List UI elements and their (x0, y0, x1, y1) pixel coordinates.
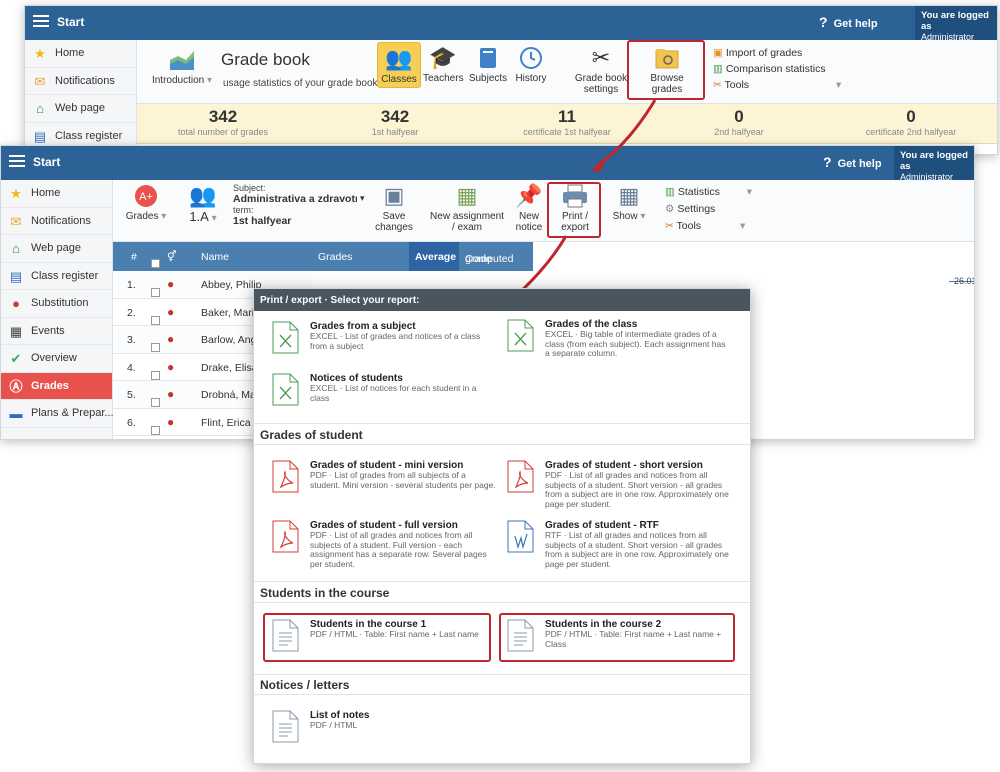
divider (254, 602, 750, 603)
report-item[interactable]: Grades of the class EXCEL · Big table of … (507, 319, 735, 359)
course-1-highlight (263, 613, 491, 662)
rtf-file-icon (507, 520, 534, 553)
panel-header: Print / export · Select your report: (254, 289, 750, 311)
excel-file-icon (272, 373, 299, 406)
course-2-highlight (499, 613, 735, 662)
print-export-panel: Print / export · Select your report: Gra… (253, 288, 751, 764)
report-description: EXCEL · List of grades and notices of a … (310, 331, 481, 351)
doc-file-icon (272, 710, 299, 743)
divider (254, 444, 750, 445)
report-description: PDF · List of all grades and notices fro… (545, 470, 729, 509)
section-notices-letters: Notices / letters (260, 678, 350, 692)
arrow-to-print (597, 99, 657, 167)
pdf-file-icon (507, 460, 534, 493)
report-description: EXCEL · List of notices for each student… (310, 383, 477, 403)
excel-file-icon (507, 319, 534, 352)
report-description: RTF · List of all grades and notices fro… (545, 530, 729, 569)
report-description: EXCEL · Big table of intermediate grades… (545, 329, 726, 358)
report-item[interactable]: Notices of students EXCEL · List of notic… (272, 373, 500, 413)
report-description: PDF · List of grades from all subjects o… (310, 470, 496, 490)
report-item[interactable]: Grades of student - mini version PDF · Li… (272, 460, 500, 500)
divider (254, 674, 750, 675)
divider (254, 581, 750, 582)
report-item[interactable]: Grades of student - RTF RTF · List of all… (507, 520, 735, 568)
section-grades-of-student: Grades of student (260, 428, 363, 442)
report-description: PDF · List of all grades and notices fro… (310, 530, 487, 569)
report-item[interactable]: Grades from a subject EXCEL · List of gra… (272, 321, 500, 361)
report-description: PDF / HTML (310, 720, 358, 730)
divider (254, 694, 750, 695)
report-item[interactable]: List of notes PDF / HTML (272, 710, 500, 750)
pdf-file-icon (272, 520, 299, 553)
pdf-file-icon (272, 460, 299, 493)
arrowhead-icon (590, 160, 606, 172)
section-students-in-course: Students in the course (260, 586, 390, 600)
report-item[interactable]: Grades of student - short version PDF · L… (507, 460, 735, 508)
divider (254, 423, 750, 424)
report-item[interactable]: Grades of student - full version PDF · Li… (272, 520, 500, 568)
excel-file-icon (272, 321, 299, 354)
